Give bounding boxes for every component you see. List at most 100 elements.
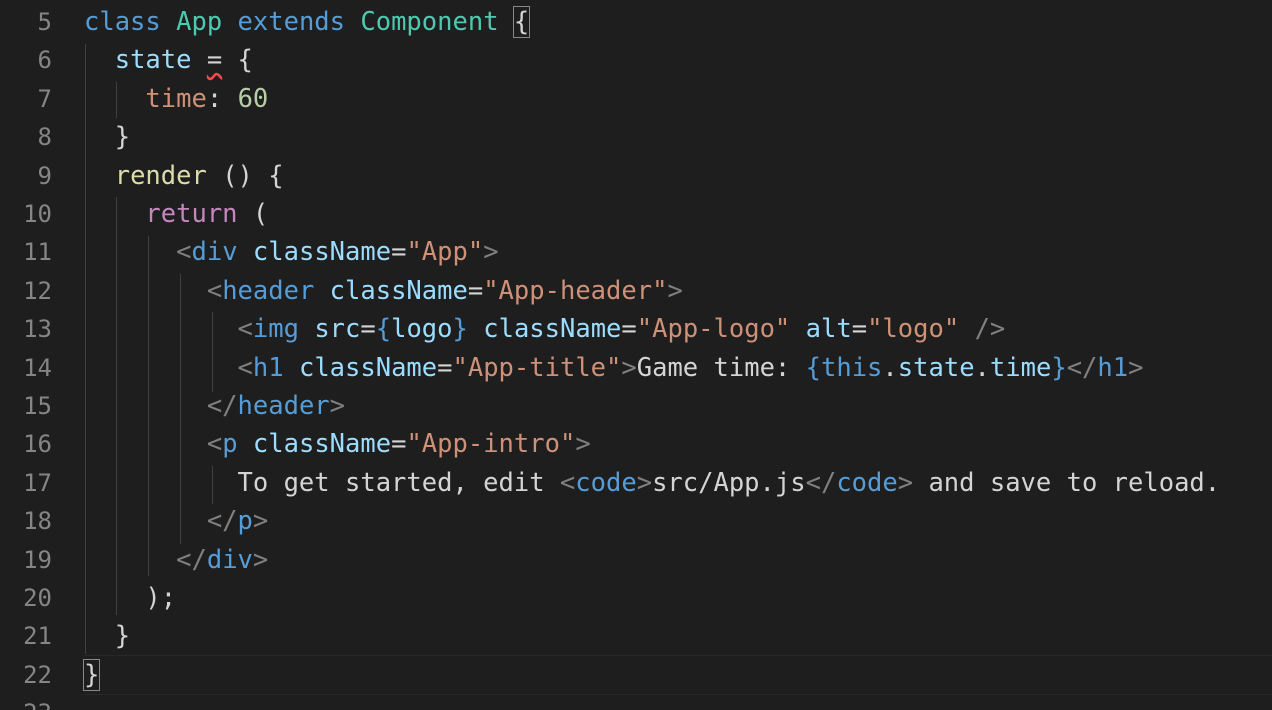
code-token: h1 xyxy=(1097,352,1129,383)
code-text: </div> xyxy=(84,541,268,579)
code-token: > xyxy=(252,506,269,537)
code-token: ); xyxy=(84,583,177,613)
code-token: src/App.js xyxy=(652,467,806,498)
code-text: state = { xyxy=(84,41,253,79)
code-token: time xyxy=(989,352,1052,383)
code-token: To get started, edit xyxy=(84,467,560,498)
code-token: code xyxy=(836,467,898,498)
code-line[interactable]: 18 </p> xyxy=(0,502,1272,540)
code-token: "App-logo" xyxy=(636,314,791,345)
code-line[interactable]: 5 class App extends Component { xyxy=(0,3,1272,41)
code-token: state xyxy=(897,352,975,383)
code-token: = xyxy=(467,275,484,306)
code-token: = xyxy=(621,314,637,345)
code-text: <h1 className="App-title">Game time: {th… xyxy=(84,349,1144,387)
code-token: "logo" xyxy=(867,314,960,345)
line-number: 8 xyxy=(37,123,52,152)
code-token: </ xyxy=(1066,352,1098,383)
code-text: <img src={logo} className="App-logo" alt… xyxy=(84,310,1006,348)
code-token: . xyxy=(882,352,898,383)
code-token: < xyxy=(237,314,253,345)
code-line[interactable]: 15 </header> xyxy=(0,387,1272,425)
code-text: time: 60 xyxy=(84,80,268,118)
line-number: 21 xyxy=(23,622,52,651)
code-token: p xyxy=(222,429,238,460)
code-token: and save to reload. xyxy=(913,467,1221,498)
code-token: "App" xyxy=(406,237,484,268)
code-editor[interactable]: 5 class App extends Component {6 state = … xyxy=(0,0,1272,710)
code-token: "App-title" xyxy=(452,352,622,383)
line-number: 9 xyxy=(37,161,52,190)
line-number: 6 xyxy=(37,46,52,75)
code-line[interactable]: 6 state = { xyxy=(0,41,1272,79)
code-token: state xyxy=(114,45,192,76)
code-token: { xyxy=(222,45,253,76)
code-line[interactable]: 12 <header className="App-header"> xyxy=(0,272,1272,310)
code-text: </p> xyxy=(84,502,268,540)
code-line[interactable]: 10 return ( xyxy=(0,195,1272,233)
code-line[interactable]: 21 } xyxy=(0,617,1272,655)
code-token: </ xyxy=(206,506,238,537)
code-text: return ( xyxy=(84,195,268,233)
code-token: < xyxy=(237,352,253,383)
line-number: 23 xyxy=(0,694,52,710)
code-token: class xyxy=(84,7,161,37)
code-token: > xyxy=(667,275,683,306)
code-line[interactable]: 11 <div className="App"> xyxy=(0,233,1272,271)
code-line[interactable]: 7 time: 60 xyxy=(0,80,1272,118)
code-token: </ xyxy=(805,467,837,498)
line-number: 16 xyxy=(23,430,52,459)
line-number: 20 xyxy=(23,584,52,612)
code-line[interactable]: 20 ); xyxy=(0,579,1272,617)
code-token: className xyxy=(483,314,622,345)
line-number: 19 xyxy=(23,545,52,574)
code-text: class App extends Component { xyxy=(84,3,531,41)
code-token: > xyxy=(621,352,637,383)
code-token: > xyxy=(897,467,914,498)
code-text: <p className="App-intro"> xyxy=(84,425,591,463)
code-token: > xyxy=(252,544,269,575)
code-line[interactable]: 23 xyxy=(0,694,1272,710)
code-token: . xyxy=(974,352,990,383)
code-text: To get started, edit <code>src/App.js</c… xyxy=(84,464,1221,502)
code-text: <header className="App-header"> xyxy=(84,272,683,310)
code-token: </ xyxy=(176,544,207,575)
code-line[interactable]: 13 <img src={logo} className="App-logo" … xyxy=(0,310,1272,348)
code-token: this xyxy=(821,352,883,383)
code-line[interactable]: 22} xyxy=(0,656,1272,694)
line-number: 13 xyxy=(23,315,52,344)
code-line[interactable]: 14 <h1 className="App-title">Game time: … xyxy=(0,349,1272,387)
code-token: = xyxy=(391,429,407,460)
code-line[interactable]: 9 render () { xyxy=(0,157,1272,195)
code-token: } xyxy=(84,621,131,652)
code-line[interactable]: 16 <p className="App-intro"> xyxy=(0,425,1272,463)
code-token: Component xyxy=(360,7,499,37)
code-token: Game time: xyxy=(636,352,806,383)
code-token: > xyxy=(329,391,346,421)
line-number: 15 xyxy=(23,392,52,420)
line-number: 5 xyxy=(37,8,52,36)
code-token: = xyxy=(360,314,376,345)
code-token: = xyxy=(206,45,223,76)
code-token: App xyxy=(176,7,223,37)
code-text: render () { xyxy=(84,157,284,195)
code-line[interactable]: 17 To get started, edit <code>src/App.js… xyxy=(0,464,1272,502)
code-token: < xyxy=(559,467,576,498)
code-line[interactable]: 8 } xyxy=(0,118,1272,156)
code-token: className xyxy=(329,275,468,306)
code-line[interactable]: 19 </div> xyxy=(0,541,1272,579)
code-token: } xyxy=(1051,352,1067,383)
line-number: 11 xyxy=(23,238,52,267)
